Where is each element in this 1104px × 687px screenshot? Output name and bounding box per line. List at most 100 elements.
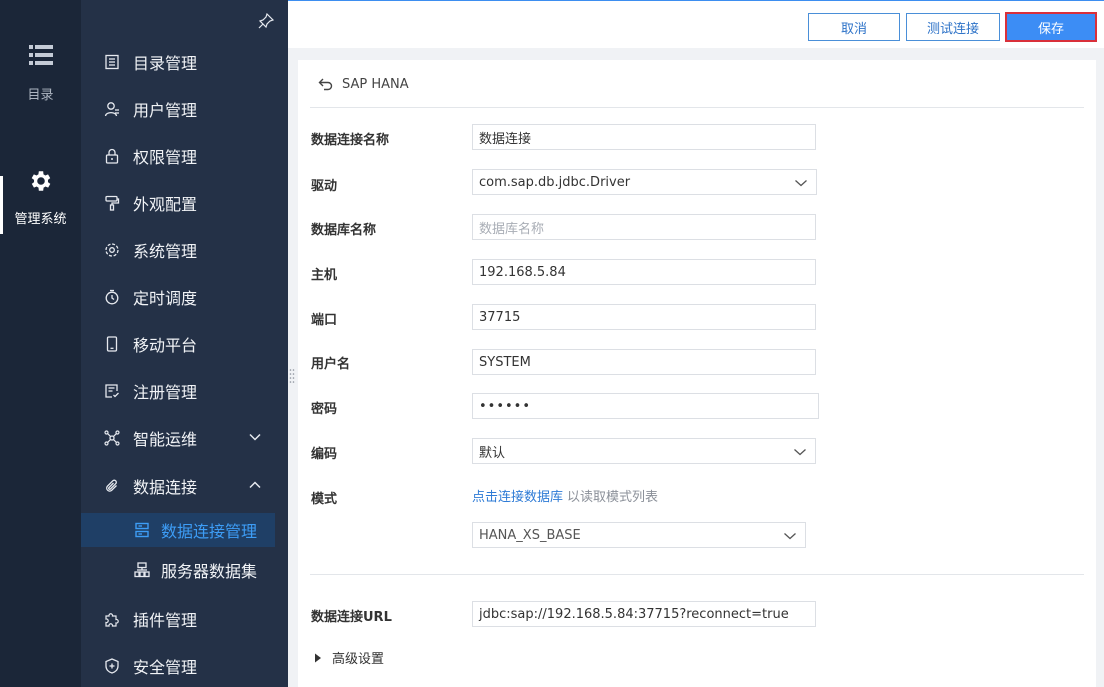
port-input[interactable]: 37715 [472, 304, 816, 330]
schema-label: 模式 [311, 492, 338, 507]
divider [310, 574, 1084, 575]
shield-icon [103, 657, 121, 675]
nav-item-scheduler[interactable]: 定时调度 [81, 277, 288, 317]
port-label: 端口 [311, 313, 338, 328]
username-value: SYSTEM [479, 354, 531, 370]
nav-label: 目录管理 [133, 54, 198, 73]
advanced-settings-toggle[interactable]: 高级设置 [314, 648, 384, 667]
top-toolbar: 取消 测试连接 保存 [288, 0, 1104, 48]
driver-label: 驱动 [311, 179, 338, 194]
secondary-nav: 目录管理 用户管理 权限管理 外观配置 系统管理 定时调度 移动平台 注册管理 … [81, 0, 288, 687]
nav-label: 安全管理 [133, 658, 198, 677]
nav-label: 用户管理 [133, 101, 198, 120]
connection-type-title: SAP HANA [342, 76, 409, 92]
connect-db-link[interactable]: 点击连接数据库 [472, 490, 563, 505]
username-input[interactable]: SYSTEM [472, 349, 816, 375]
db-name-placeholder: 数据库名称 [479, 221, 545, 237]
nav-item-catalog-mgmt[interactable]: 目录管理 [81, 42, 288, 82]
sub-item-data-connection-mgmt[interactable]: 数据连接管理 [81, 513, 275, 547]
url-input[interactable]: jdbc:sap://192.168.5.84:37715?reconnect=… [472, 601, 816, 627]
nav-label: 插件管理 [133, 611, 198, 630]
connection-form-panel: SAP HANA 数据连接名称 数据连接 驱动 com.sap.db.jdbc.… [298, 60, 1096, 687]
nav-label: 系统管理 [133, 242, 198, 261]
port-value: 37715 [479, 309, 521, 325]
nav-item-registration[interactable]: 注册管理 [81, 371, 288, 411]
password-input[interactable]: •••••• [472, 393, 819, 419]
encoding-select[interactable]: 默认 [472, 438, 816, 464]
url-label: 数据连接URL [311, 610, 392, 625]
nav-item-permission-mgmt[interactable]: 权限管理 [81, 136, 288, 176]
document-list-icon [103, 53, 121, 71]
back-link[interactable]: SAP HANA [318, 74, 409, 94]
nav-label: 智能运维 [133, 430, 198, 449]
password-value: •••••• [479, 398, 532, 414]
conn-name-value: 数据连接 [479, 131, 532, 147]
puzzle-icon [103, 610, 121, 628]
nav-item-smart-ops[interactable]: 智能运维 [81, 418, 288, 458]
sub-nav-label: 数据连接管理 [161, 522, 258, 541]
username-label: 用户名 [311, 357, 351, 372]
left-rail: 目录 管理系统 [0, 0, 81, 687]
rail-catalog-label: 目录 [27, 88, 54, 103]
network-icon [103, 429, 121, 447]
db-name-input[interactable]: 数据库名称 [472, 214, 816, 240]
host-label: 主机 [311, 268, 338, 283]
nav-item-appearance[interactable]: 外观配置 [81, 183, 288, 223]
host-input[interactable]: 192.168.5.84 [472, 259, 816, 285]
rail-system-label: 管理系统 [14, 212, 67, 227]
rail-item-catalog[interactable]: 目录 [0, 44, 81, 114]
schema-select[interactable]: HANA_XS_BASE [472, 522, 806, 548]
chevron-down-icon [795, 180, 807, 187]
password-label: 密码 [311, 402, 338, 417]
encoding-value: 默认 [479, 445, 506, 461]
rail-item-system[interactable]: 管理系统 [0, 168, 81, 238]
chevron-down-icon [249, 433, 261, 441]
list-icon [28, 45, 53, 65]
sub-nav-label: 服务器数据集 [161, 562, 258, 581]
nav-label: 定时调度 [133, 289, 198, 308]
driver-select[interactable]: com.sap.db.jdbc.Driver [472, 169, 817, 195]
schema-value: HANA_XS_BASE [479, 527, 581, 543]
user-icon [103, 100, 121, 118]
nav-item-data-connection[interactable]: 数据连接 [81, 466, 288, 506]
resize-handle[interactable] [289, 368, 295, 384]
divider [310, 107, 1084, 108]
paint-roller-icon [103, 194, 121, 212]
hierarchy-icon [133, 561, 151, 579]
save-button[interactable]: 保存 [1005, 12, 1097, 42]
test-connection-button[interactable]: 测试连接 [906, 13, 1000, 41]
lock-icon [103, 147, 121, 165]
nav-item-security-mgmt[interactable]: 安全管理 [81, 646, 288, 686]
nav-label: 外观配置 [133, 195, 198, 214]
registration-icon [103, 382, 121, 400]
chevron-down-icon [794, 449, 806, 456]
schema-hint: 以读取模式列表 [567, 490, 659, 505]
driver-value: com.sap.db.jdbc.Driver [479, 174, 631, 190]
nav-item-plugin-mgmt[interactable]: 插件管理 [81, 599, 288, 639]
sub-item-server-dataset[interactable]: 服务器数据集 [81, 553, 275, 587]
nav-label: 权限管理 [133, 148, 198, 167]
chevron-down-icon [784, 533, 796, 540]
settings-icon [103, 241, 121, 259]
encoding-label: 编码 [311, 447, 338, 462]
nav-label: 移动平台 [133, 336, 198, 355]
nav-item-user-mgmt[interactable]: 用户管理 [81, 89, 288, 129]
stopwatch-icon [103, 288, 121, 306]
paperclip-icon [103, 477, 121, 495]
back-arrow-icon [318, 78, 333, 91]
database-server-icon [133, 521, 151, 539]
pin-icon[interactable] [258, 13, 274, 29]
advanced-settings-label: 高级设置 [332, 652, 385, 667]
cancel-button[interactable]: 取消 [808, 13, 900, 41]
active-indicator [0, 176, 3, 234]
db-name-label: 数据库名称 [311, 223, 377, 238]
url-value: jdbc:sap://192.168.5.84:37715?reconnect=… [479, 606, 789, 622]
host-value: 192.168.5.84 [479, 264, 566, 280]
nav-item-mobile[interactable]: 移动平台 [81, 324, 288, 364]
gear-icon [31, 171, 50, 191]
nav-label: 注册管理 [133, 383, 198, 402]
nav-item-system-mgmt[interactable]: 系统管理 [81, 230, 288, 270]
conn-name-label: 数据连接名称 [311, 133, 390, 148]
conn-name-input[interactable]: 数据连接 [472, 124, 816, 150]
chevron-up-icon [249, 481, 261, 489]
